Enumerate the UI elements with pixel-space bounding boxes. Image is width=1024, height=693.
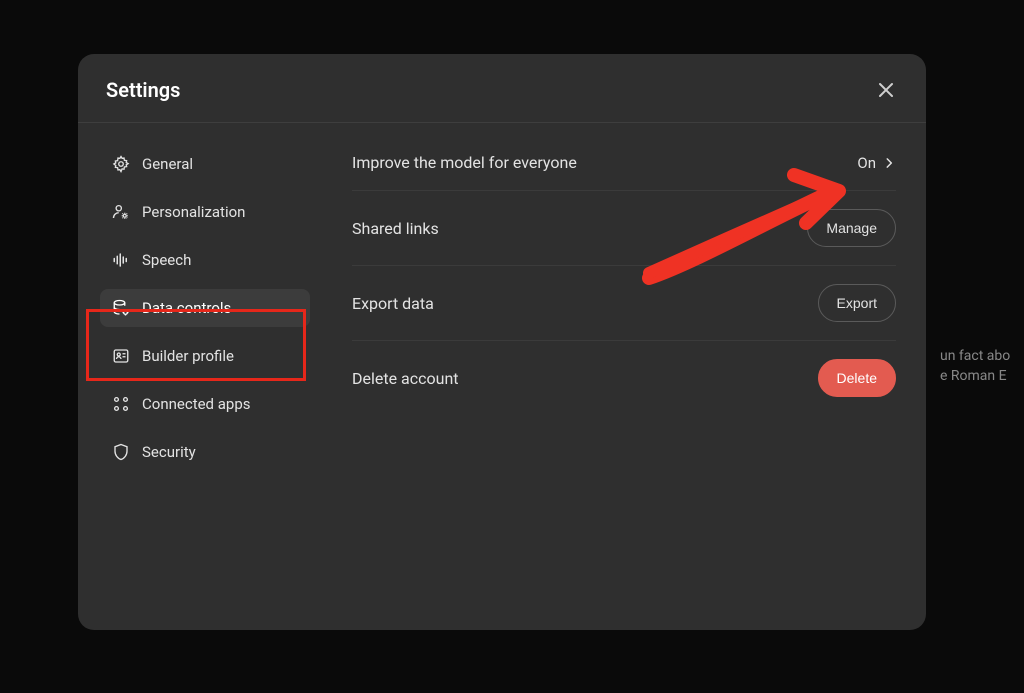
settings-content: Improve the model for everyone On Shared…: [322, 123, 926, 630]
profile-card-icon: [112, 347, 130, 365]
export-button[interactable]: Export: [818, 284, 896, 322]
setting-label: Improve the model for everyone: [352, 153, 577, 172]
setting-delete-account: Delete account Delete: [352, 341, 896, 415]
sidebar-item-personalization[interactable]: Personalization: [100, 193, 310, 231]
sidebar-item-label: Personalization: [142, 203, 245, 221]
modal-header: Settings: [78, 54, 926, 123]
sidebar-item-speech[interactable]: Speech: [100, 241, 310, 279]
database-icon: [112, 299, 130, 317]
backdrop-text: e Roman E: [940, 366, 1007, 387]
sidebar-item-label: General: [142, 155, 193, 173]
sidebar-item-data-controls[interactable]: Data controls: [100, 289, 310, 327]
backdrop-text: un fact abo: [940, 346, 1010, 367]
manage-button[interactable]: Manage: [807, 209, 896, 247]
setting-export-data: Export data Export: [352, 266, 896, 341]
person-settings-icon: [112, 203, 130, 221]
close-button[interactable]: [874, 78, 898, 102]
modal-title: Settings: [106, 78, 180, 102]
sidebar: General Personalization: [78, 123, 322, 630]
sidebar-item-builder-profile[interactable]: Builder profile: [100, 337, 310, 375]
modal-body: General Personalization: [78, 123, 926, 630]
setting-shared-links: Shared links Manage: [352, 191, 896, 266]
improve-model-toggle[interactable]: On: [857, 154, 896, 172]
close-icon: [878, 82, 894, 98]
chevron-right-icon: [882, 156, 896, 170]
sidebar-item-connected-apps[interactable]: Connected apps: [100, 385, 310, 423]
setting-label: Export data: [352, 294, 434, 313]
sidebar-item-label: Speech: [142, 251, 191, 269]
settings-modal: Settings General: [78, 54, 926, 630]
gear-icon: [112, 155, 130, 173]
setting-improve-model: Improve the model for everyone On: [352, 149, 896, 191]
setting-label: Delete account: [352, 369, 459, 388]
apps-grid-icon: [112, 395, 130, 413]
sidebar-item-label: Connected apps: [142, 395, 250, 413]
sidebar-item-label: Security: [142, 443, 196, 461]
sidebar-item-general[interactable]: General: [100, 145, 310, 183]
improve-model-value: On: [857, 154, 876, 172]
shield-icon: [112, 443, 130, 461]
sidebar-item-label: Builder profile: [142, 347, 234, 365]
delete-button[interactable]: Delete: [818, 359, 896, 397]
waveform-icon: [112, 251, 130, 269]
sidebar-item-label: Data controls: [142, 299, 231, 317]
sidebar-item-security[interactable]: Security: [100, 433, 310, 471]
setting-label: Shared links: [352, 219, 439, 238]
